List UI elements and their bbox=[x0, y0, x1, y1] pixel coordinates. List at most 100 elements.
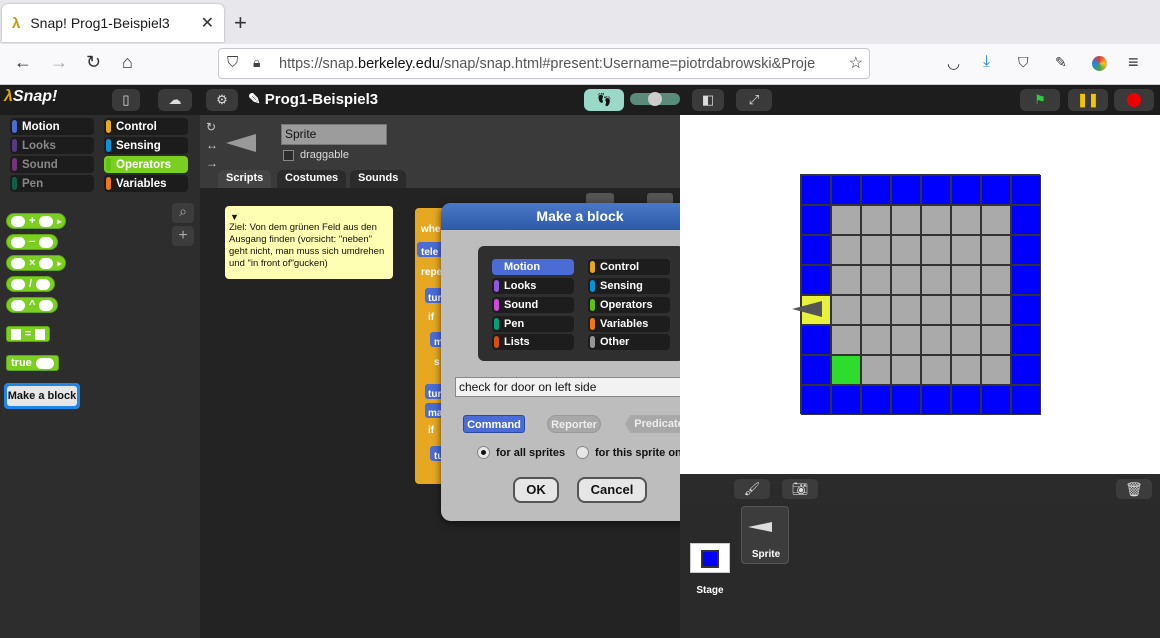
cancel-button[interactable]: Cancel bbox=[577, 477, 647, 503]
home-icon[interactable]: ⌂ bbox=[122, 52, 133, 73]
equals-block[interactable]: = bbox=[6, 326, 51, 342]
dialog-category-sound[interactable]: Sound bbox=[492, 297, 574, 313]
extension-icon[interactable]: ✎ bbox=[1055, 54, 1067, 71]
menu-icon[interactable]: ≡ bbox=[1128, 52, 1139, 73]
settings-button[interactable]: ⚙ bbox=[206, 89, 238, 111]
stepping-slider[interactable] bbox=[630, 92, 680, 106]
forward-icon[interactable]: → bbox=[50, 52, 68, 73]
dialog-category-operators[interactable]: Operators bbox=[588, 297, 670, 313]
scope-this-sprite[interactable]: for this sprite only bbox=[576, 446, 691, 459]
ok-button[interactable]: OK bbox=[513, 477, 559, 503]
stage-size-button[interactable]: ◧ bbox=[692, 89, 724, 111]
no-rotate-icon[interactable]: → bbox=[206, 156, 218, 170]
collapse-triangle-icon[interactable]: ▼ bbox=[230, 211, 239, 223]
dialog-category-variables[interactable]: Variables bbox=[588, 316, 670, 332]
dialog-category-pen[interactable]: Pen bbox=[492, 316, 574, 332]
maze-cell bbox=[951, 175, 981, 205]
pocket-icon[interactable]: ◡ bbox=[947, 54, 960, 72]
sprite-arrow-icon[interactable] bbox=[792, 301, 822, 317]
maze-cell bbox=[801, 355, 831, 385]
lock-icon[interactable]: 🔒︎ bbox=[253, 54, 260, 71]
url-domain: berkeley.edu bbox=[358, 55, 440, 72]
bookmark-star-icon[interactable]: ☆ bbox=[848, 53, 863, 73]
dialog-category-control[interactable]: Control bbox=[588, 259, 670, 275]
control-color bbox=[106, 120, 111, 133]
divide-block[interactable]: / bbox=[6, 276, 56, 292]
category-label: Operators bbox=[116, 158, 171, 171]
stop-button[interactable] bbox=[1114, 89, 1154, 111]
category-variables[interactable]: Variables bbox=[104, 175, 188, 192]
reload-icon[interactable]: ↻ bbox=[86, 52, 101, 73]
category-sensing[interactable]: Sensing bbox=[104, 137, 188, 154]
pause-button[interactable]: ❚❚ bbox=[1068, 89, 1108, 111]
snap-logo[interactable]: λSnap! bbox=[4, 88, 57, 110]
category-swatch bbox=[590, 336, 595, 348]
minus-block[interactable]: − bbox=[6, 234, 59, 250]
maze-cell bbox=[801, 325, 831, 355]
url-bar[interactable]: ⛉ 🔒︎ https://snap. berkeley.edu/snap/snap… bbox=[218, 48, 870, 79]
pause-icon: ❚❚ bbox=[1077, 92, 1099, 107]
visible-stepping-button[interactable]: 👣︎ bbox=[584, 89, 624, 111]
true-block[interactable]: true bbox=[6, 355, 59, 371]
flip-icon[interactable]: ↔ bbox=[206, 138, 218, 152]
category-sound[interactable]: Sound bbox=[10, 156, 94, 173]
tab-sounds[interactable]: Sounds bbox=[350, 170, 407, 188]
dialog-category-lists[interactable]: Lists bbox=[492, 334, 574, 350]
tab-scripts[interactable]: Scripts bbox=[218, 170, 272, 188]
rotate-icon[interactable]: ↻ bbox=[206, 120, 216, 134]
trash-icon[interactable]: 🗑︎ bbox=[1116, 479, 1152, 499]
maze-cell bbox=[1011, 265, 1041, 295]
camera-icon[interactable]: 📷︎ bbox=[782, 479, 818, 499]
shape-reporter-button[interactable]: Reporter bbox=[547, 415, 601, 433]
category-pen[interactable]: Pen bbox=[10, 175, 94, 192]
times-block[interactable]: × ▸ bbox=[6, 255, 67, 271]
dialog-category-looks[interactable]: Looks bbox=[492, 278, 574, 294]
browser-tab[interactable]: λ Snap! Prog1-Beispiel3 ✕ bbox=[2, 4, 224, 42]
draggable-checkbox[interactable] bbox=[283, 150, 294, 161]
maze-cell bbox=[801, 235, 831, 265]
cloud-menu-button[interactable]: ☁ bbox=[158, 89, 192, 111]
back-icon[interactable]: ← bbox=[14, 52, 32, 73]
dialog-category-sensing[interactable]: Sensing bbox=[588, 278, 670, 294]
category-motion[interactable]: Motion bbox=[10, 118, 94, 135]
maze-cell bbox=[801, 205, 831, 235]
lambda-icon: λ bbox=[4, 88, 13, 105]
file-icon: ▯ bbox=[122, 92, 130, 107]
presentation-button[interactable]: ⤢ bbox=[736, 89, 772, 111]
close-tab-icon[interactable]: ✕ bbox=[201, 13, 214, 33]
new-tab-icon[interactable]: + bbox=[234, 10, 247, 36]
search-icon[interactable]: ⌕ bbox=[172, 203, 194, 223]
tab-costumes[interactable]: Costumes bbox=[277, 170, 347, 188]
dialog-category-other[interactable]: Other bbox=[588, 334, 670, 350]
ublock-icon[interactable]: ⛉ bbox=[1018, 54, 1029, 71]
sprite-thumbnail[interactable]: Sprite bbox=[741, 506, 789, 564]
script-fragment: if bbox=[428, 312, 435, 323]
script-comment[interactable]: ▼ Ziel: Von dem grünen Feld aus den Ausg… bbox=[225, 206, 393, 279]
shape-command-button[interactable]: Command bbox=[463, 415, 525, 433]
pen-color bbox=[12, 177, 17, 190]
slider-knob[interactable] bbox=[648, 92, 662, 106]
stage-thumbnail[interactable] bbox=[690, 543, 730, 573]
download-icon[interactable]: ⤓ bbox=[983, 53, 990, 71]
green-flag-button[interactable]: ⚑ bbox=[1020, 89, 1060, 111]
sprite-label: Sprite bbox=[751, 549, 781, 560]
add-block-icon[interactable]: + bbox=[172, 226, 194, 246]
paint-brush-icon[interactable]: 🖌︎ bbox=[734, 479, 770, 499]
maze-cell bbox=[951, 295, 981, 325]
color-extension-icon[interactable] bbox=[1092, 56, 1107, 71]
category-swatch bbox=[590, 318, 595, 330]
sprite-name-field[interactable]: Sprite bbox=[281, 124, 387, 145]
power-block[interactable]: ^ bbox=[6, 297, 59, 313]
category-control[interactable]: Control bbox=[104, 118, 188, 135]
category-looks[interactable]: Looks bbox=[10, 137, 94, 154]
dialog-category-motion[interactable]: Motion bbox=[492, 259, 574, 275]
plus-block[interactable]: + ▸ bbox=[6, 213, 67, 229]
scope-all-sprites[interactable]: for all sprites bbox=[477, 446, 565, 459]
block-name-input[interactable]: check for door on left side bbox=[455, 377, 704, 397]
make-a-block-button[interactable]: Make a block bbox=[4, 383, 80, 409]
category-operators[interactable]: Operators bbox=[104, 156, 188, 173]
category-label: Control bbox=[600, 261, 640, 273]
file-menu-button[interactable]: ▯ bbox=[112, 89, 140, 111]
shield-icon[interactable]: ⛉ bbox=[227, 54, 238, 71]
category-label: Sensing bbox=[600, 280, 643, 292]
